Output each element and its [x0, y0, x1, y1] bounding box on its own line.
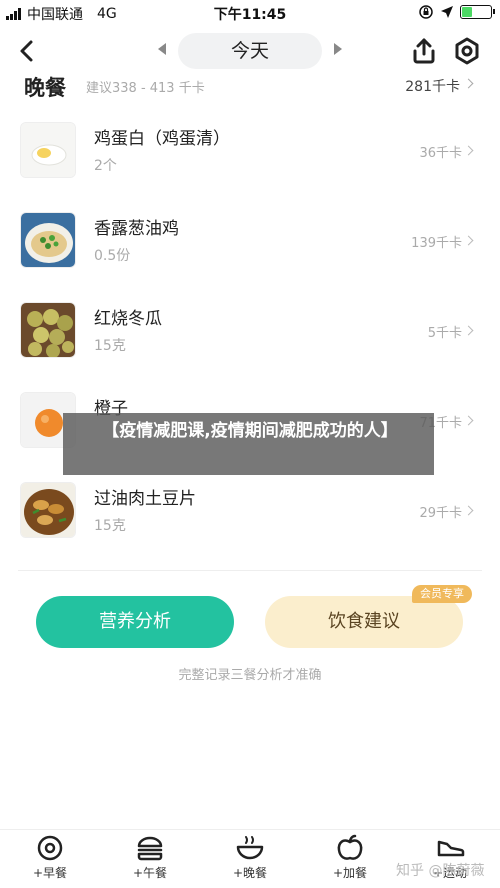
meal-total-kcal: 281千卡: [405, 79, 460, 95]
divider: [18, 570, 482, 571]
food-name: 香露葱油鸡: [94, 219, 179, 239]
next-day-icon[interactable]: [334, 43, 342, 55]
back-icon[interactable]: [14, 38, 40, 64]
food-kcal: 29千卡: [419, 506, 462, 521]
food-name: 过油肉土豆片: [94, 489, 196, 509]
tab-add-lunch[interactable]: +午餐: [120, 834, 180, 886]
food-item[interactable]: 鸡蛋白（鸡蛋清） 2个 36千卡: [0, 104, 500, 194]
diet-advice-button[interactable]: 饮食建议: [265, 596, 463, 648]
location-icon: [441, 6, 453, 18]
exercise-icon: [437, 840, 465, 857]
top-nav: 今天: [0, 26, 500, 76]
food-list: 鸡蛋白（鸡蛋清） 2个 36千卡 香露葱油鸡 0.5份 139千卡 红烧冬瓜 1…: [0, 104, 500, 554]
chevron-right-icon: [463, 325, 474, 336]
tab-add-dinner[interactable]: +晚餐: [220, 834, 280, 886]
food-name: 红烧冬瓜: [94, 309, 162, 329]
meal-header[interactable]: 晚餐 建议338 - 413 千卡 281千卡: [0, 70, 500, 100]
battery-icon: [460, 5, 495, 19]
food-kcal: 5千卡: [427, 326, 462, 341]
food-item[interactable]: 红烧冬瓜 15克 5千卡: [0, 284, 500, 374]
food-portion: 2个: [94, 158, 117, 174]
dinner-icon: [236, 836, 264, 860]
share-icon[interactable]: [410, 37, 438, 65]
meal-title: 晚餐: [24, 76, 66, 100]
food-portion: 15克: [94, 338, 126, 354]
food-thumbnail: [20, 122, 76, 178]
day-selector[interactable]: 今天: [178, 33, 322, 69]
breakfast-icon: [37, 835, 63, 861]
food-portion: 0.5份: [94, 248, 131, 264]
food-thumbnail: [20, 212, 76, 268]
rotation-lock-icon: [419, 5, 433, 19]
nutrition-analysis-button[interactable]: 营养分析: [36, 596, 234, 648]
tab-add-snack[interactable]: +加餐: [320, 834, 380, 886]
meal-suggestion: 建议338 - 413 千卡: [86, 81, 205, 96]
food-thumbnail: [20, 482, 76, 538]
caption-text: 【疫情减肥课,疫情期间减肥成功的人】: [102, 421, 398, 441]
food-item[interactable]: 过油肉土豆片 15克 29千卡: [0, 464, 500, 554]
chevron-right-icon: [463, 235, 474, 246]
food-item[interactable]: 香露葱油鸡 0.5份 139千卡: [0, 194, 500, 284]
food-thumbnail: [20, 302, 76, 358]
member-badge: 会员专享: [412, 585, 472, 603]
food-kcal: 36千卡: [419, 146, 462, 161]
record-hint: 完整记录三餐分析才准确: [178, 668, 322, 683]
prev-day-icon[interactable]: [158, 43, 166, 55]
snack-icon: [337, 834, 363, 860]
food-kcal: 139千卡: [411, 236, 462, 251]
chevron-right-icon: [463, 145, 474, 156]
chevron-right-icon: [463, 505, 474, 516]
tab-add-breakfast[interactable]: +早餐: [20, 834, 80, 886]
food-portion: 15克: [94, 518, 126, 534]
lunch-icon: [137, 836, 163, 861]
settings-icon[interactable]: [453, 37, 481, 65]
watermark: 知乎 @陈蔚薇: [396, 863, 485, 879]
caption-overlay: 【疫情减肥课,疫情期间减肥成功的人】: [63, 413, 434, 475]
status-bar: 中国联通 4G 下午11:45: [0, 0, 500, 26]
chevron-right-icon: [463, 78, 474, 89]
food-name: 鸡蛋白（鸡蛋清）: [94, 129, 230, 149]
chevron-right-icon: [463, 415, 474, 426]
